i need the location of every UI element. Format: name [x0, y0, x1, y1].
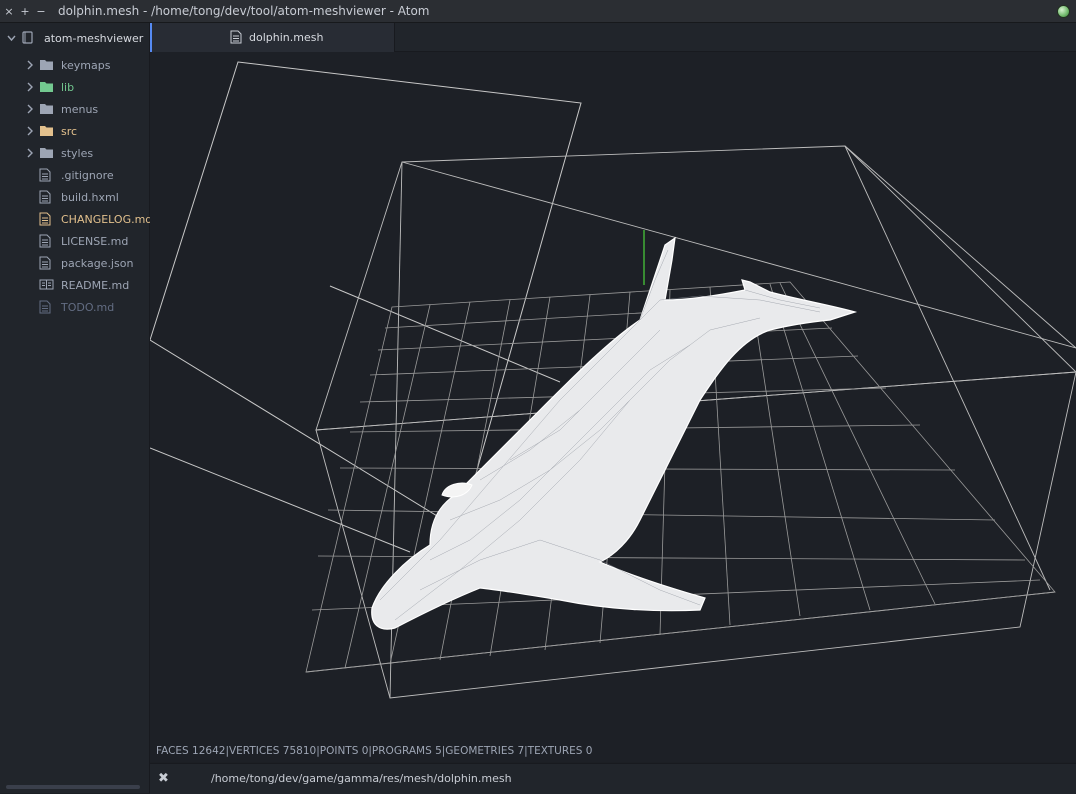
close-icon[interactable]: ✖	[158, 771, 169, 786]
tree-item-license-md[interactable]: LICENSE.md	[0, 230, 149, 252]
chevron-down-icon	[7, 35, 16, 41]
tree-item-label: .gitignore	[61, 168, 114, 182]
folder-icon	[40, 148, 53, 158]
file-icon	[39, 212, 51, 226]
chevron-right-icon	[27, 148, 33, 158]
chevron-right-icon	[27, 126, 33, 136]
tree-item-gitignore[interactable]: .gitignore	[0, 164, 149, 186]
chevron-right-icon	[27, 60, 33, 70]
tree-item-label: TODO.md	[61, 300, 115, 314]
mesh-viewport[interactable]: FACES 12642|VERTICES 75810|POINTS 0|PROG…	[150, 52, 1076, 762]
sidebar-scrollbar[interactable]	[6, 785, 140, 789]
tree-item-label: package.json	[61, 256, 134, 270]
folder-icon	[40, 104, 53, 114]
tab-dolphin-mesh[interactable]: dolphin.mesh	[150, 23, 395, 52]
mesh-scene	[150, 61, 1076, 699]
tree-item-styles[interactable]: styles	[0, 142, 149, 164]
tree-item-label: build.hxml	[61, 190, 119, 204]
tree-item-src[interactable]: src	[0, 120, 149, 142]
app-status-icon	[1057, 5, 1070, 18]
tab-bar: dolphin.mesh	[150, 23, 1076, 52]
tree-item-label: menus	[61, 102, 99, 116]
file-icon	[39, 256, 51, 270]
chevron-right-icon	[27, 82, 33, 92]
folder-icon	[40, 126, 53, 136]
file-icon	[230, 30, 242, 44]
title-bar: × + − dolphin.mesh - /home/tong/dev/tool…	[0, 0, 1076, 23]
tree-item-label: LICENSE.md	[61, 234, 129, 248]
file-icon	[39, 190, 51, 204]
project-root[interactable]: atom-meshviewer	[0, 27, 149, 49]
tree-item-readme-md[interactable]: README.md	[0, 274, 149, 296]
tree-item-changelog-md[interactable]: CHANGELOG.md	[0, 208, 153, 230]
chevron-right-icon	[27, 104, 33, 114]
close-window-button[interactable]: ×	[2, 5, 16, 18]
tree-item-label: keymaps	[61, 58, 111, 72]
tree-item-label: CHANGELOG.md	[61, 212, 153, 226]
tree-item-build-hxml[interactable]: build.hxml	[0, 186, 149, 208]
file-icon	[39, 168, 51, 182]
file-icon	[39, 234, 51, 248]
tree-item-label: styles	[61, 146, 94, 160]
mesh-stats: FACES 12642|VERTICES 75810|POINTS 0|PROG…	[156, 745, 593, 757]
file-icon	[39, 300, 51, 314]
maximize-window-button[interactable]: +	[18, 5, 32, 18]
tree-view: atom-meshviewer keymaps lib menus src styles…	[0, 23, 153, 793]
minimize-window-button[interactable]: −	[34, 5, 48, 18]
tree-item-todo-md[interactable]: TODO.md	[0, 296, 149, 318]
tree-item-package-json[interactable]: package.json	[0, 252, 149, 274]
project-root-label: atom-meshviewer	[44, 31, 144, 45]
folder-icon	[40, 60, 53, 70]
repo-icon	[22, 31, 33, 44]
book-icon	[39, 279, 54, 290]
folder-icon	[40, 82, 53, 92]
tree-item-menus[interactable]: menus	[0, 98, 149, 120]
file-path[interactable]: /home/tong/dev/game/gamma/res/mesh/dolph…	[211, 772, 512, 785]
tree-item-label: src	[61, 124, 78, 138]
dolphin-mesh	[371, 236, 858, 630]
tree-item-lib[interactable]: lib	[0, 76, 149, 98]
status-bar: ✖ /home/tong/dev/game/gamma/res/mesh/dol…	[150, 763, 1076, 794]
window-title: dolphin.mesh - /home/tong/dev/tool/atom-…	[58, 4, 430, 18]
tab-label: dolphin.mesh	[249, 31, 324, 44]
tree-item-label: README.md	[61, 278, 130, 292]
tree-item-keymaps[interactable]: keymaps	[0, 54, 149, 76]
tree-item-label: lib	[61, 80, 75, 94]
